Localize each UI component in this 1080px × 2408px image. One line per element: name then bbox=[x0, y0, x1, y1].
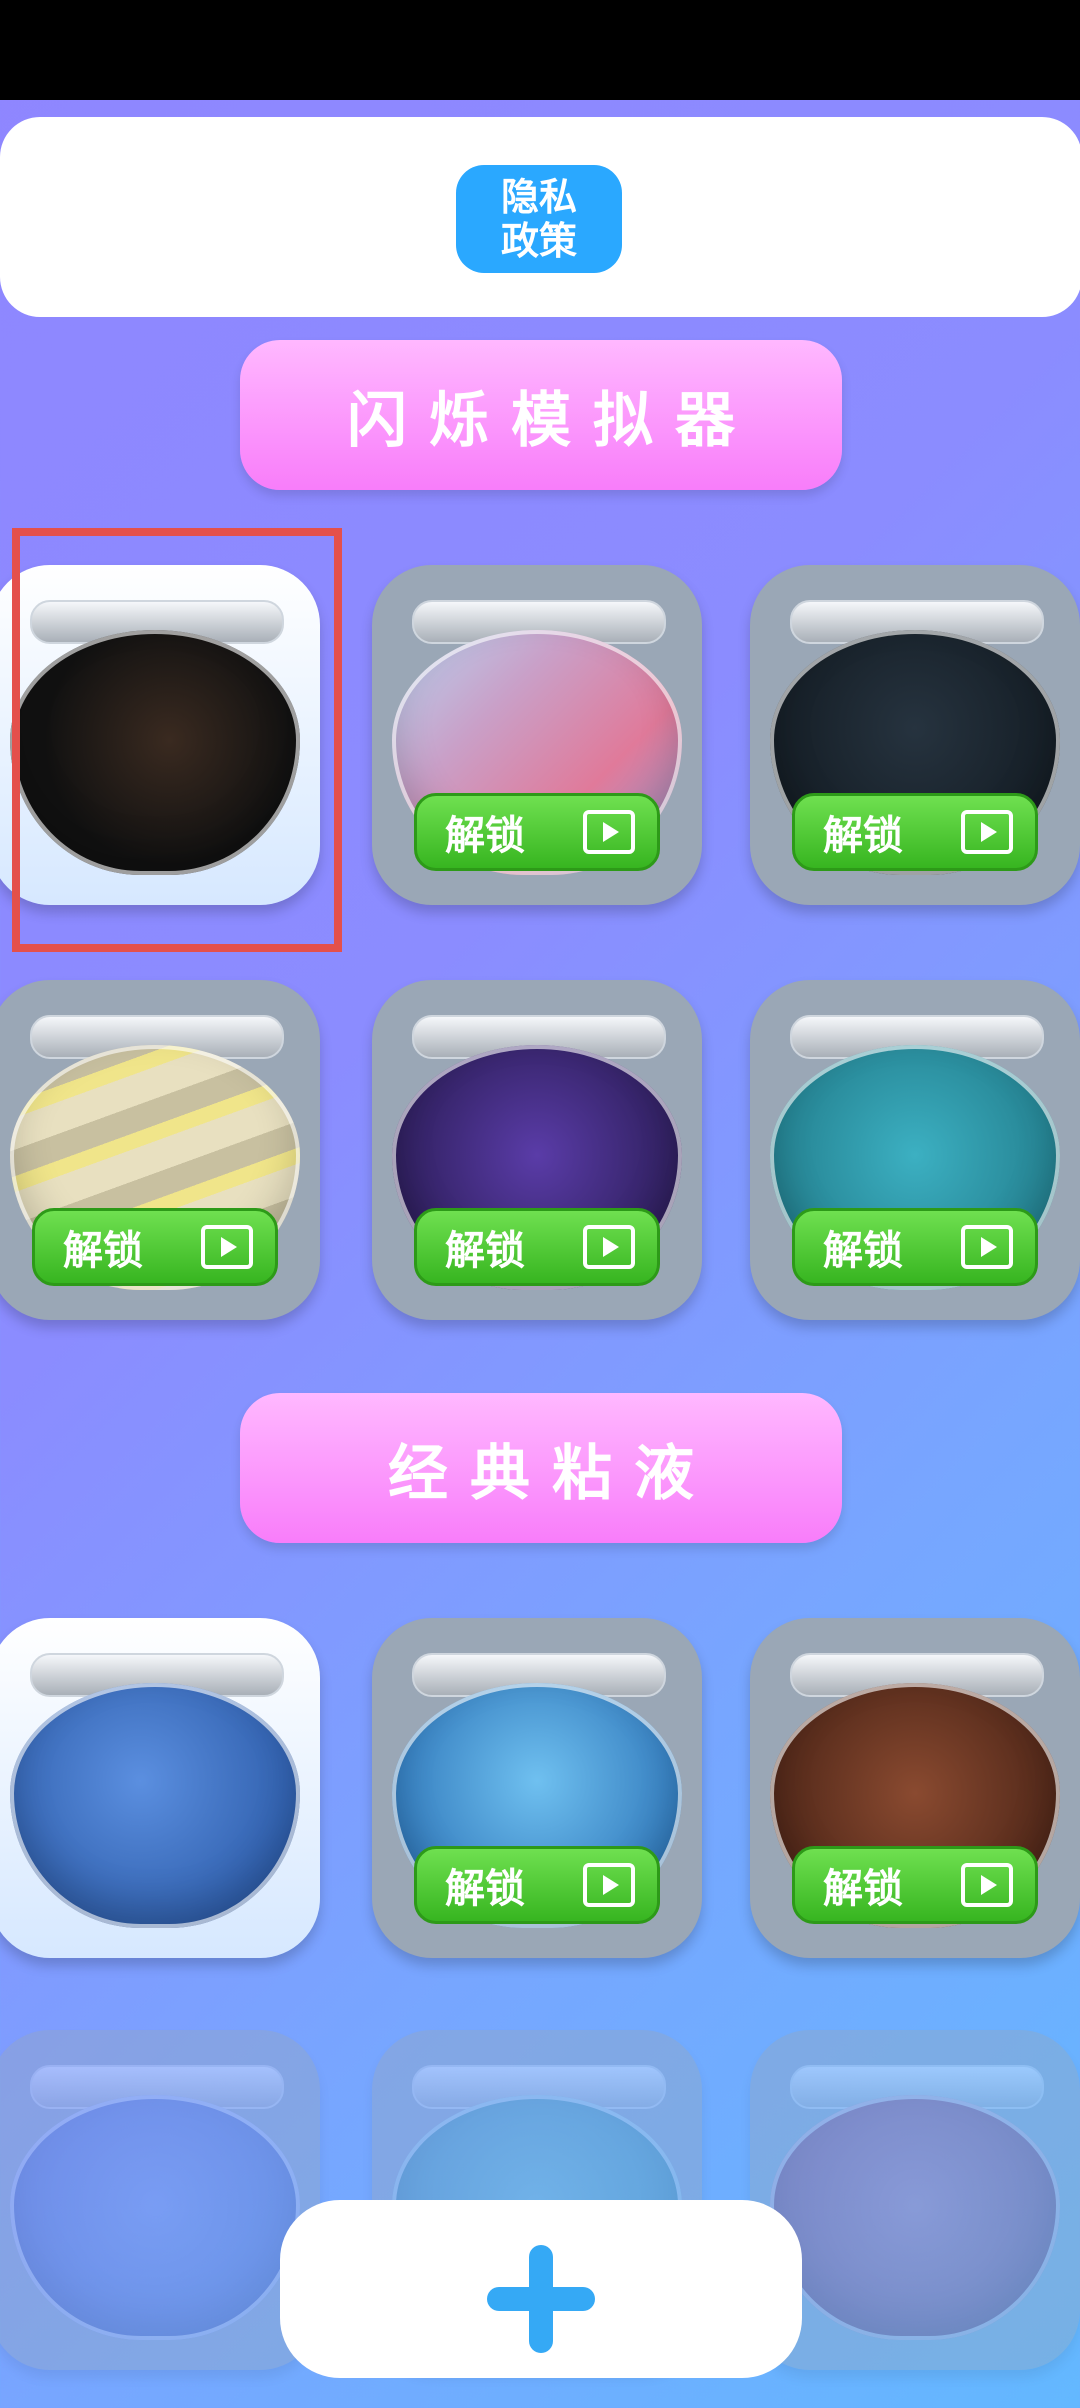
video-icon bbox=[961, 1225, 1013, 1269]
unlock-button[interactable]: 解锁 bbox=[32, 1208, 278, 1286]
section-title-sparkle-simulator: 闪烁模拟器 bbox=[240, 340, 842, 490]
privacy-policy-button[interactable]: 隐私 政策 bbox=[456, 165, 622, 273]
unlock-button[interactable]: 解锁 bbox=[792, 1846, 1038, 1924]
add-button[interactable] bbox=[280, 2200, 802, 2378]
video-icon bbox=[583, 810, 635, 854]
jar-tile-cream-swirl[interactable]: 解锁 bbox=[0, 980, 320, 1320]
video-icon bbox=[583, 1225, 635, 1269]
jar-tile-rainbow-glitter[interactable]: 解锁 bbox=[372, 565, 702, 905]
video-icon bbox=[961, 1863, 1013, 1907]
unlock-button[interactable]: 解锁 bbox=[414, 1208, 660, 1286]
jar-tile-teal-glitter[interactable]: 解锁 bbox=[750, 980, 1080, 1320]
jar-image bbox=[10, 1653, 300, 1933]
jar-tile-blue-marble[interactable]: 解锁 bbox=[372, 1618, 702, 1958]
jar-tile-purple-sparkle[interactable]: 解锁 bbox=[372, 980, 702, 1320]
unlock-label: 解锁 bbox=[823, 1866, 903, 1912]
video-icon bbox=[583, 1863, 635, 1907]
unlock-button[interactable]: 解锁 bbox=[792, 1208, 1038, 1286]
jar-image bbox=[10, 2065, 300, 2345]
video-icon bbox=[201, 1225, 253, 1269]
unlock-button[interactable]: 解锁 bbox=[414, 1846, 660, 1924]
jar-image bbox=[770, 2065, 1060, 2345]
status-bar bbox=[0, 0, 1080, 100]
selection-highlight bbox=[12, 528, 342, 952]
jar-tile-blue-slime[interactable] bbox=[0, 1618, 320, 1958]
jar-tile-faded[interactable] bbox=[0, 2030, 320, 2370]
unlock-label: 解锁 bbox=[445, 1866, 525, 1912]
unlock-button[interactable]: 解锁 bbox=[414, 793, 660, 871]
plus-icon bbox=[487, 2245, 595, 2353]
unlock-label: 解锁 bbox=[823, 1228, 903, 1274]
unlock-label: 解锁 bbox=[445, 813, 525, 859]
unlock-button[interactable]: 解锁 bbox=[792, 793, 1038, 871]
video-icon bbox=[961, 810, 1013, 854]
unlock-label: 解锁 bbox=[63, 1228, 143, 1274]
unlock-label: 解锁 bbox=[445, 1228, 525, 1274]
jar-tile-chocolate[interactable]: 解锁 bbox=[750, 1618, 1080, 1958]
section-title-classic-slime: 经典粘液 bbox=[240, 1393, 842, 1543]
jar-tile-star-night[interactable]: 解锁 bbox=[750, 565, 1080, 905]
unlock-label: 解锁 bbox=[823, 813, 903, 859]
